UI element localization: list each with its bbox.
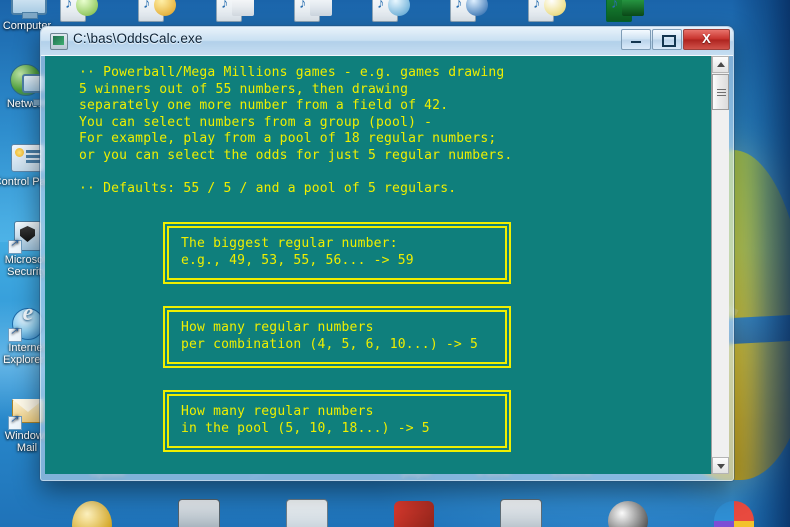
maximize-button[interactable] [652,29,682,50]
console-line: 5 winners out of 55 numbers, then drawin… [79,81,409,97]
console-line: You can select numbers from a group (poo… [79,114,433,130]
chevron-down-icon [717,464,725,469]
console-icon [50,33,68,50]
drive-icon[interactable] [178,499,220,527]
internet-explorer-icon [8,306,44,342]
cd-ripper-shortcut-icon[interactable] [372,0,410,24]
close-button[interactable]: X [683,29,730,50]
vertical-scrollbar[interactable] [711,56,729,474]
prompt-box-per-combination[interactable]: How many regular numbers per combination… [163,305,511,368]
window-controls: X [621,29,730,50]
window-title-bar[interactable]: C:\bas\OddsCalc.exe X [41,27,733,56]
control-panel-icon [10,140,45,174]
window-bottom-edge [41,474,733,479]
burner-shortcut-icon[interactable] [528,0,566,24]
scroll-down-button[interactable] [712,457,729,474]
music-shortcut-icon[interactable] [60,0,98,24]
beachball-icon[interactable] [714,501,754,527]
console-line: separately one more number from a field … [79,98,449,114]
shield-icon [8,218,44,254]
scrollbar-thumb[interactable] [712,74,729,110]
prompt-line-2: in the pool (5, 10, 18...) -> 5 [181,420,430,436]
media-player-shortcut-icon[interactable] [138,0,176,24]
prompt-line-1: How many regular numbers [181,319,374,335]
document-music-shortcut-icon[interactable] [294,0,332,24]
close-icon: X [702,31,711,46]
computer-icon [10,0,47,19]
wallpaper-right-shadow [732,0,790,527]
network-icon [10,62,49,106]
prompt-box-pool-size[interactable]: How many regular numbers in the pool (5,… [163,389,511,452]
prompt-line-1: How many regular numbers [181,403,374,419]
prompt-line-2: e.g., 49, 53, 55, 56... -> 59 [181,252,414,268]
prompt-box-biggest-number[interactable]: The biggest regular number: e.g., 49, 53… [163,221,511,284]
console-output-area[interactable]: ·· Powerball/Mega Millions games - e.g. … [45,56,711,474]
recorder-shortcut-icon[interactable] [606,0,644,24]
console-line: or you can select the odds for just 5 re… [79,147,513,163]
desktop-icon-row-bottom [72,499,754,527]
console-line: For example, play from a pool of 18 regu… [79,131,497,147]
converter-shortcut-icon[interactable] [450,0,488,24]
console-defaults-line: ·· Defaults: 55 / 5 / and a pool of 5 re… [79,181,457,197]
speaker-icon[interactable] [500,499,542,527]
scroll-up-button[interactable] [712,56,729,73]
paint-icon[interactable] [394,501,434,527]
window-body: ·· Powerball/Mega Millions games - e.g. … [45,56,729,474]
chevron-up-icon [717,62,725,67]
gear-egg-icon[interactable] [72,501,112,527]
console-line: ·· Powerball/Mega Millions games - e.g. … [79,65,505,80]
window-title: C:\bas\OddsCalc.exe [73,31,203,46]
console-window[interactable]: C:\bas\OddsCalc.exe X ·· Powerball/Mega … [40,26,734,481]
minimize-icon [631,41,641,43]
minimize-button[interactable] [621,29,651,50]
mail-icon [8,394,44,430]
prompt-line-1: The biggest regular number: [181,235,398,251]
prompt-line-2: per combination (4, 5, 6, 10...) -> 5 [181,336,478,352]
desktop-icon-row-top [60,0,644,24]
disc-burner-icon[interactable] [286,499,328,527]
maximize-icon [662,35,676,47]
playlist-shortcut-icon[interactable] [216,0,254,24]
skype-icon[interactable] [608,501,648,527]
